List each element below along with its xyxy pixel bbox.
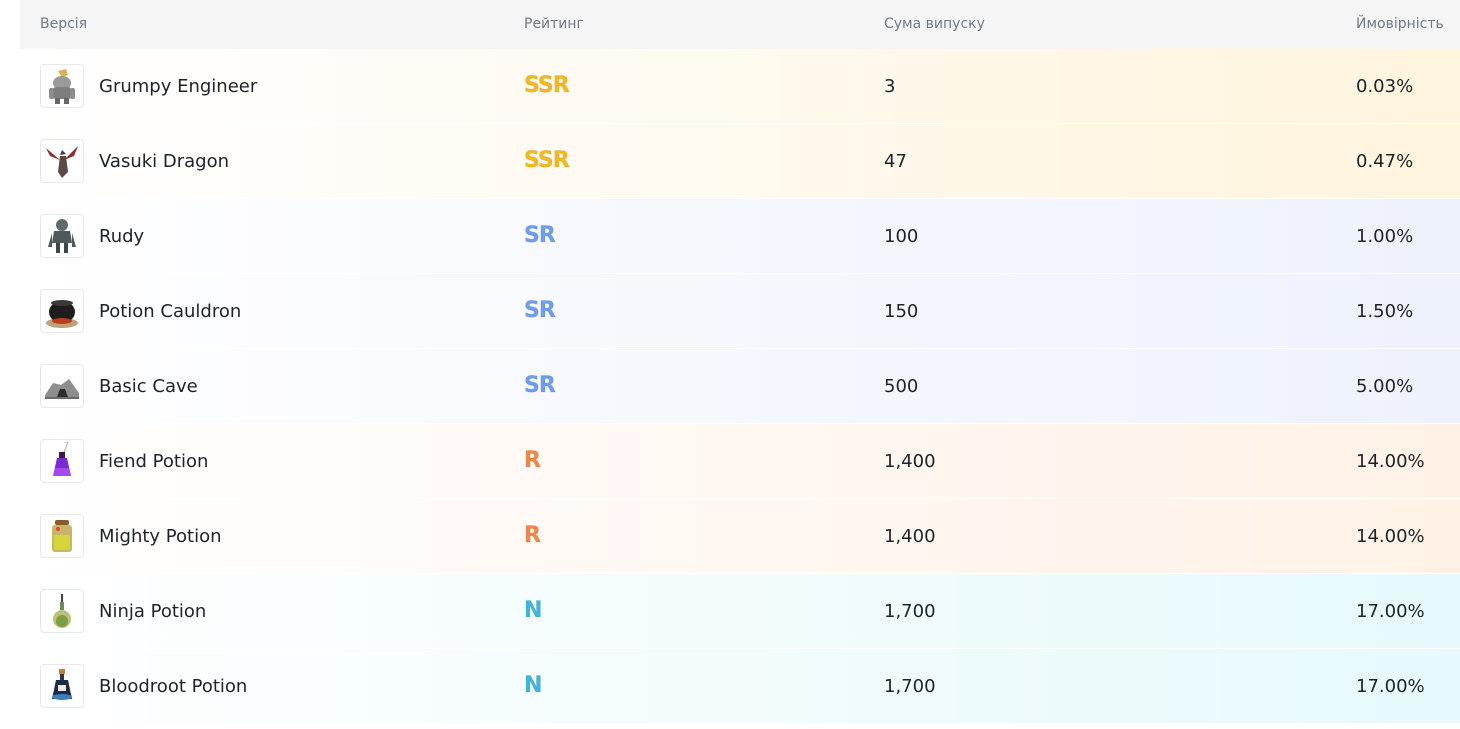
header-probability: Ймовірність [1356, 16, 1444, 32]
cave-icon [40, 364, 84, 408]
rating-cell: SR [524, 199, 557, 273]
rating-badge: N [523, 598, 542, 623]
rating-cell: R [524, 424, 542, 498]
table-row: Rudy SR 100 1.00% [20, 199, 1460, 274]
sum-cell: 1,400 [884, 450, 936, 472]
version-cell: Basic Cave [40, 349, 198, 423]
rating-cell: N [523, 574, 542, 648]
table-row: Mighty Potion R 1,400 14.00% [20, 499, 1460, 574]
header-version: Версія [40, 16, 88, 32]
rating-badge: SSR [524, 148, 571, 173]
flask-potion-icon [40, 589, 84, 633]
rating-badge: N [523, 673, 542, 698]
item-name: Potion Cauldron [99, 300, 242, 322]
rating-cell: R [524, 499, 542, 573]
sum-cell: 3 [884, 75, 896, 97]
sum-cell: 47 [884, 150, 907, 172]
table-row: Basic Cave SR 500 5.00% [20, 349, 1460, 424]
version-cell: Mighty Potion [40, 499, 222, 573]
version-cell: Grumpy Engineer [40, 49, 257, 123]
version-cell: Ninja Potion [40, 574, 206, 648]
item-name: Mighty Potion [99, 525, 222, 547]
sum-cell: 1,400 [884, 525, 936, 547]
rating-cell: SR [524, 274, 557, 348]
probability-cell: 0.47% [1356, 150, 1414, 172]
rating-badge: R [524, 448, 542, 473]
sum-cell: 150 [884, 300, 919, 322]
collection-table: Версія Рейтинг Сума випуску Ймовірність … [20, 0, 1460, 724]
version-cell: Potion Cauldron [40, 274, 241, 348]
table-body: Grumpy Engineer SSR 3 0.03% Vasuki Dragon SSR… [20, 49, 1460, 724]
probability-cell: 0.03% [1356, 75, 1414, 97]
rating-cell: SR [524, 349, 557, 423]
version-cell: Fiend Potion [40, 424, 208, 498]
table-row: Vasuki Dragon SSR 47 0.47% [20, 124, 1460, 199]
rating-badge: SR [524, 373, 557, 398]
rating-badge: SSR [524, 73, 571, 98]
rating-cell: N [523, 649, 542, 723]
sum-cell: 1,700 [884, 675, 936, 697]
item-name: Grumpy Engineer [99, 75, 258, 97]
header-sum: Сума випуску [884, 16, 985, 32]
item-name: Basic Cave [99, 375, 198, 397]
engineer-icon [40, 64, 84, 108]
probability-cell: 17.00% [1356, 675, 1425, 697]
probability-cell: 1.50% [1356, 300, 1414, 322]
table-row: Potion Cauldron SR 150 1.50% [20, 274, 1460, 349]
probability-cell: 14.00% [1356, 525, 1425, 547]
probability-cell: 1.00% [1356, 225, 1414, 247]
sum-cell: 500 [884, 375, 919, 397]
item-name: Fiend Potion [99, 450, 209, 472]
table-row: Bloodroot Potion N 1,700 17.00% [20, 649, 1460, 724]
item-name: Vasuki Dragon [99, 150, 230, 172]
cauldron-icon [40, 289, 84, 333]
purple-potion-icon [40, 439, 84, 483]
vial-potion-icon [40, 664, 84, 708]
table-row: Grumpy Engineer SSR 3 0.03% [20, 49, 1460, 124]
jar-potion-icon [40, 514, 84, 558]
item-name: Ninja Potion [99, 600, 207, 622]
sum-cell: 1,700 [884, 600, 936, 622]
sum-cell: 100 [884, 225, 919, 247]
rating-badge: SR [524, 298, 557, 323]
creature-icon [40, 214, 84, 258]
probability-cell: 17.00% [1356, 600, 1425, 622]
table-row: Ninja Potion N 1,700 17.00% [20, 574, 1460, 649]
rating-badge: R [524, 523, 542, 548]
item-name: Rudy [99, 225, 145, 247]
item-name: Bloodroot Potion [99, 675, 248, 697]
version-cell: Vasuki Dragon [40, 124, 229, 198]
table-header: Версія Рейтинг Сума випуску Ймовірність [20, 0, 1460, 49]
rating-cell: SSR [524, 49, 571, 123]
version-cell: Rudy [40, 199, 144, 273]
probability-cell: 5.00% [1356, 375, 1414, 397]
rating-badge: SR [524, 223, 557, 248]
table-row: Fiend Potion R 1,400 14.00% [20, 424, 1460, 499]
rating-cell: SSR [524, 124, 571, 198]
header-rating: Рейтинг [524, 16, 584, 32]
probability-cell: 14.00% [1356, 450, 1425, 472]
dragon-icon [40, 139, 84, 183]
version-cell: Bloodroot Potion [40, 649, 247, 723]
